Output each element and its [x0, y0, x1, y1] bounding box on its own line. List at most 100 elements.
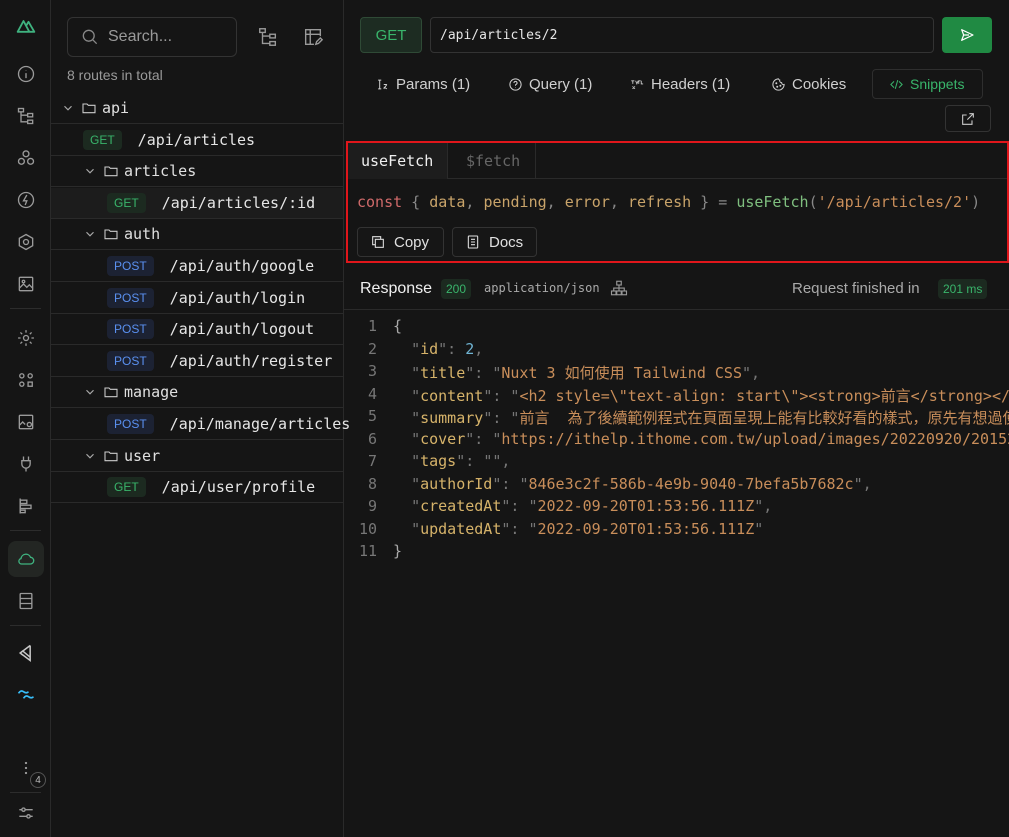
json-key: content [420, 386, 484, 405]
folder-row[interactable]: user [51, 441, 343, 472]
line-content: "id": 2, [411, 339, 484, 358]
json-key: title [420, 364, 466, 382]
cloud-icon[interactable] [8, 541, 44, 577]
folder-row[interactable]: manage [51, 377, 343, 409]
line-number: 10 [358, 519, 377, 538]
code-line: 1{ [344, 317, 1009, 339]
method-select[interactable]: GET [360, 17, 422, 53]
tree-view-icon[interactable] [255, 24, 281, 50]
plug-icon[interactable] [8, 446, 44, 482]
line-number: 5 [367, 407, 377, 425]
method-badge: POST [107, 287, 154, 308]
nuxt-logo-icon[interactable] [8, 8, 44, 44]
search-input[interactable] [108, 28, 218, 46]
external-link-icon [962, 112, 974, 125]
tailwind-icon[interactable] [8, 677, 44, 713]
request-finished-label: Request finished in [792, 280, 920, 297]
sliders-icon[interactable] [8, 795, 44, 831]
chevron-down-icon[interactable] [61, 101, 75, 115]
route-row[interactable]: POST/api/auth/google [51, 251, 343, 282]
snippet-tab-usefetch[interactable]: useFetch [348, 143, 448, 179]
copy-button[interactable]: Copy [357, 227, 444, 257]
json-key: summary [420, 409, 484, 427]
snippet-tab-fetch[interactable]: $fetch [450, 143, 536, 179]
docs-icon [467, 235, 479, 249]
docs-button[interactable]: Docs [452, 227, 537, 257]
tab-params[interactable]: Params (1) [375, 69, 470, 99]
chevron-down-icon[interactable] [83, 385, 97, 399]
route-path: /api/articles [137, 130, 256, 149]
rail-divider [10, 792, 41, 793]
tree-icon[interactable] [8, 98, 44, 134]
folder-icon [103, 226, 119, 242]
layers-icon[interactable] [8, 362, 44, 398]
folder-row[interactable]: api [51, 93, 343, 124]
image-settings-icon[interactable] [8, 404, 44, 440]
code-line: 3 "title": "Nuxt 3 如何使用 Tailwind CSS", [344, 362, 1009, 384]
search-icon [82, 29, 98, 45]
route-row[interactable]: POST/api/manage/articles [51, 409, 350, 440]
folder-label: articles [124, 162, 197, 181]
json-key: createdAt [420, 497, 502, 515]
route-row[interactable]: GET/api/articles/:id [51, 187, 343, 219]
code-line: 10 "updatedAt": "2022-09-20T01:53:56.111… [344, 520, 1009, 542]
main-panel: GET Params (1) Query (1) Headers (1) Coo… [344, 0, 1009, 837]
line-content: "createdAt": "2022-09-20T01:53:56.111Z", [411, 497, 773, 515]
tab-query[interactable]: Query (1) [508, 69, 592, 99]
open-external-button[interactable] [945, 105, 991, 132]
tab-cookies[interactable]: Cookies [771, 69, 846, 99]
code-punct: } = [691, 193, 737, 211]
lightning-icon[interactable] [8, 182, 44, 218]
code-line: 5 "summary": "前言 為了後續範例程式在頁面呈現上能有比較好看的樣式… [344, 407, 1009, 429]
structure-icon[interactable] [610, 279, 628, 297]
folder-icon [81, 100, 97, 116]
url-input[interactable] [430, 17, 934, 53]
code-line: 4 "content": "<h2 style=\"text-align: st… [344, 385, 1009, 407]
folder-icon [103, 448, 119, 464]
route-row[interactable]: POST/api/auth/logout [51, 314, 343, 346]
send-button[interactable] [942, 17, 992, 53]
json-key: cover [420, 429, 466, 448]
chevron-down-icon[interactable] [83, 164, 97, 178]
line-content: { [393, 317, 402, 335]
components-icon[interactable] [8, 140, 44, 176]
snippet-panel: useFetch $fetch const { data, pending, e… [346, 141, 1009, 263]
code-var: pending [483, 193, 547, 211]
module-box-icon[interactable] [8, 224, 44, 260]
copy-label: Copy [394, 233, 430, 251]
settings-icon[interactable] [8, 320, 44, 356]
route-row[interactable]: POST/api/auth/login [51, 283, 343, 314]
line-number: 4 [367, 384, 377, 403]
cookie-icon [772, 77, 785, 91]
chevron-down-icon[interactable] [83, 449, 97, 463]
json-brace: { [393, 317, 403, 335]
route-row[interactable]: GET/api/articles [51, 125, 343, 156]
json-value: 2022-09-20T01:53:56.111Z [537, 497, 755, 515]
folder-row[interactable]: auth [51, 219, 343, 251]
tab-headers[interactable]: Headers (1) [630, 69, 730, 99]
timeline-icon[interactable] [8, 488, 44, 524]
json-value: 前言 為了後續範例程式在頁面呈現上能有比較好看的樣式，原先有想過使 [519, 409, 1009, 427]
route-path: /api/auth/register [169, 351, 333, 370]
snippet-code[interactable]: const { data, pending, error, refresh } … [357, 193, 980, 211]
send-icon [961, 29, 974, 41]
tab-snippets[interactable]: Snippets [872, 69, 983, 99]
line-content: "cover": "https://ithelp.ithome.com.tw/u… [393, 430, 1009, 448]
line-content: "content": "<h2 style=\"text-align: star… [411, 386, 1009, 405]
vscode-icon[interactable] [8, 635, 44, 671]
search-box[interactable] [67, 17, 237, 57]
folder-label: manage [124, 383, 179, 402]
chevron-down-icon[interactable] [83, 227, 97, 241]
json-brace: } [393, 542, 403, 560]
storage-icon[interactable] [8, 583, 44, 619]
docs-label: Docs [489, 233, 524, 251]
code-var: data [429, 193, 466, 211]
table-edit-icon[interactable] [300, 24, 326, 50]
route-row[interactable]: GET/api/user/profile [51, 472, 343, 504]
json-value: 2022-09-20T01:53:56.111Z [537, 519, 755, 538]
folder-row[interactable]: articles [51, 156, 343, 188]
info-icon[interactable] [8, 56, 44, 92]
image-icon[interactable] [8, 266, 44, 302]
duration-badge: 201 ms [938, 279, 988, 299]
route-row[interactable]: POST/api/auth/register [51, 346, 343, 377]
